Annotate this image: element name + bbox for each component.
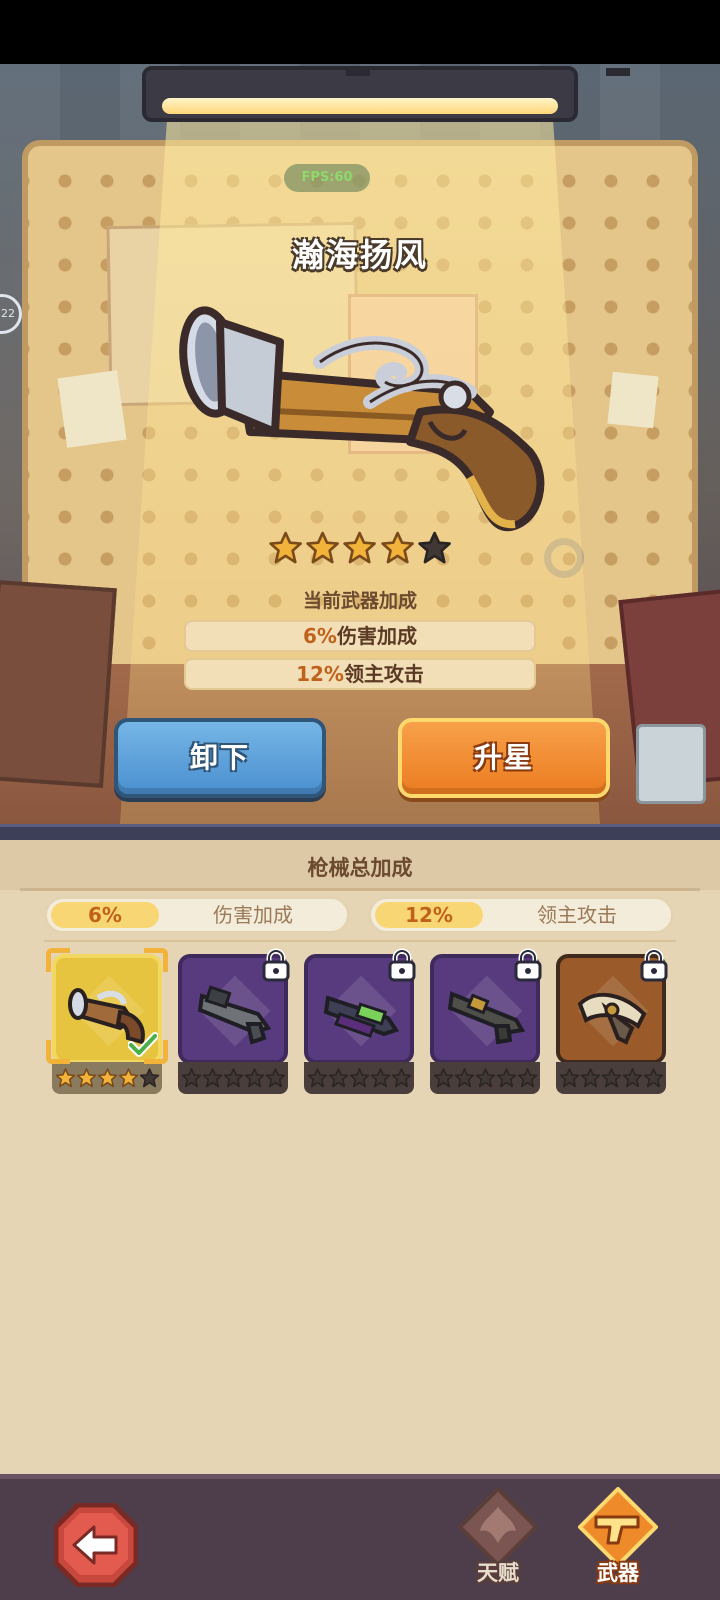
star-filled-icon [269, 531, 302, 564]
tab-talent[interactable]: 天赋 [450, 1487, 546, 1599]
lock-icon [640, 948, 668, 982]
selection-bracket [46, 948, 70, 972]
sticky-note [57, 370, 127, 448]
star-empty-icon [223, 1068, 243, 1088]
star-empty-icon [643, 1068, 663, 1088]
star-empty-icon [622, 1068, 642, 1088]
lock-icon [388, 948, 416, 982]
bottom-nav: 天赋 武器 [0, 1474, 720, 1600]
star-empty-icon [202, 1068, 222, 1088]
star-empty-icon [181, 1068, 201, 1088]
selection-bracket [46, 1040, 70, 1064]
weapons-panel: 枪械总加成 6% 伤害加成 12% 领主攻击 [0, 840, 720, 1474]
weapon-slot-2[interactable] [178, 948, 290, 1096]
weapon-star-rating [268, 528, 452, 572]
fps-counter: FPS:60 [284, 164, 370, 192]
upgrade-star-button[interactable]: 升星 [398, 718, 610, 798]
star-empty-icon [517, 1068, 537, 1088]
star-filled-icon [97, 1068, 117, 1088]
star-filled-icon [380, 531, 414, 564]
star-empty-icon [475, 1068, 495, 1088]
star-empty-icon [418, 531, 451, 564]
total-damage-label: 伤害加成 [213, 903, 293, 927]
star-empty-icon [433, 1068, 453, 1088]
bonus-lord-attack-value: 12% [296, 662, 344, 686]
star-filled-icon [343, 531, 377, 564]
bonus-damage-label: 伤害加成 [336, 624, 417, 648]
star-empty-icon [244, 1068, 264, 1088]
total-lord-attack-value: 12% [375, 902, 483, 928]
status-bar [0, 0, 720, 64]
weapon-showcase-scene: 22 FPS:60 瀚海扬风 当前武器加成 6%伤害加成 12%领主攻击 卸下 … [0, 64, 720, 824]
weapon-slot-1[interactable] [46, 948, 168, 1096]
star-empty-icon [139, 1068, 159, 1088]
star-empty-icon [391, 1068, 411, 1088]
weapon-slot-stars [304, 1062, 414, 1094]
weapon-slot-stars [178, 1062, 288, 1094]
star-empty-icon [496, 1068, 516, 1088]
total-lord-attack-label: 领主攻击 [537, 903, 617, 927]
total-bonus-title: 枪械总加成 [307, 856, 413, 880]
bonus-lord-attack-label: 领主攻击 [343, 662, 424, 686]
back-arrow-icon[interactable] [54, 1503, 138, 1587]
star-filled-icon [118, 1068, 138, 1088]
star-empty-icon [265, 1068, 285, 1088]
star-empty-icon [580, 1068, 600, 1088]
weapon-name: 瀚海扬风 [291, 236, 428, 274]
weapon-emblem-icon [578, 1487, 658, 1567]
sticky-note [607, 371, 659, 429]
panel-divider [0, 824, 720, 840]
bonus-lord-attack: 12%领主攻击 [184, 658, 536, 690]
unequip-button[interactable]: 卸下 [114, 718, 326, 798]
weapon-slot-4[interactable] [430, 948, 542, 1096]
star-filled-icon [55, 1068, 75, 1088]
total-damage-value: 6% [51, 902, 159, 928]
flintlock-pistol-icon [179, 306, 545, 532]
bonus-damage: 6%伤害加成 [184, 620, 536, 652]
selection-bracket [144, 948, 168, 972]
lock-icon [262, 948, 290, 982]
mug [636, 724, 706, 804]
star-empty-icon [328, 1068, 348, 1088]
star-filled-icon [76, 1068, 96, 1088]
weapon-slot-stars [52, 1062, 162, 1094]
weapon-slot-5[interactable] [556, 948, 668, 1096]
tab-weapon-label: 武器 [597, 1561, 639, 1585]
weapon-slot-stars [556, 1062, 666, 1094]
star-filled-icon [306, 531, 340, 564]
star-empty-icon [454, 1068, 474, 1088]
current-bonus-heading: 当前武器加成 [302, 590, 417, 612]
lock-icon [514, 948, 542, 982]
star-empty-icon [349, 1068, 369, 1088]
star-empty-icon [601, 1068, 621, 1088]
bonus-damage-value: 6% [303, 624, 337, 648]
divider [20, 888, 700, 891]
weapon-slot-stars [430, 1062, 540, 1094]
divider [44, 940, 676, 942]
star-empty-icon [559, 1068, 579, 1088]
tab-talent-label: 天赋 [477, 1561, 519, 1585]
talent-emblem-icon [458, 1487, 538, 1567]
star-empty-icon [370, 1068, 390, 1088]
ceiling-lamp [142, 66, 630, 122]
star-empty-icon [307, 1068, 327, 1088]
total-damage-pill: 6% 伤害加成 [44, 896, 350, 934]
selection-bracket [144, 1040, 168, 1064]
total-lord-attack-pill: 12% 领主攻击 [368, 896, 674, 934]
tab-weapon[interactable]: 武器 [570, 1487, 666, 1599]
weapon-slot-3[interactable] [304, 948, 416, 1096]
